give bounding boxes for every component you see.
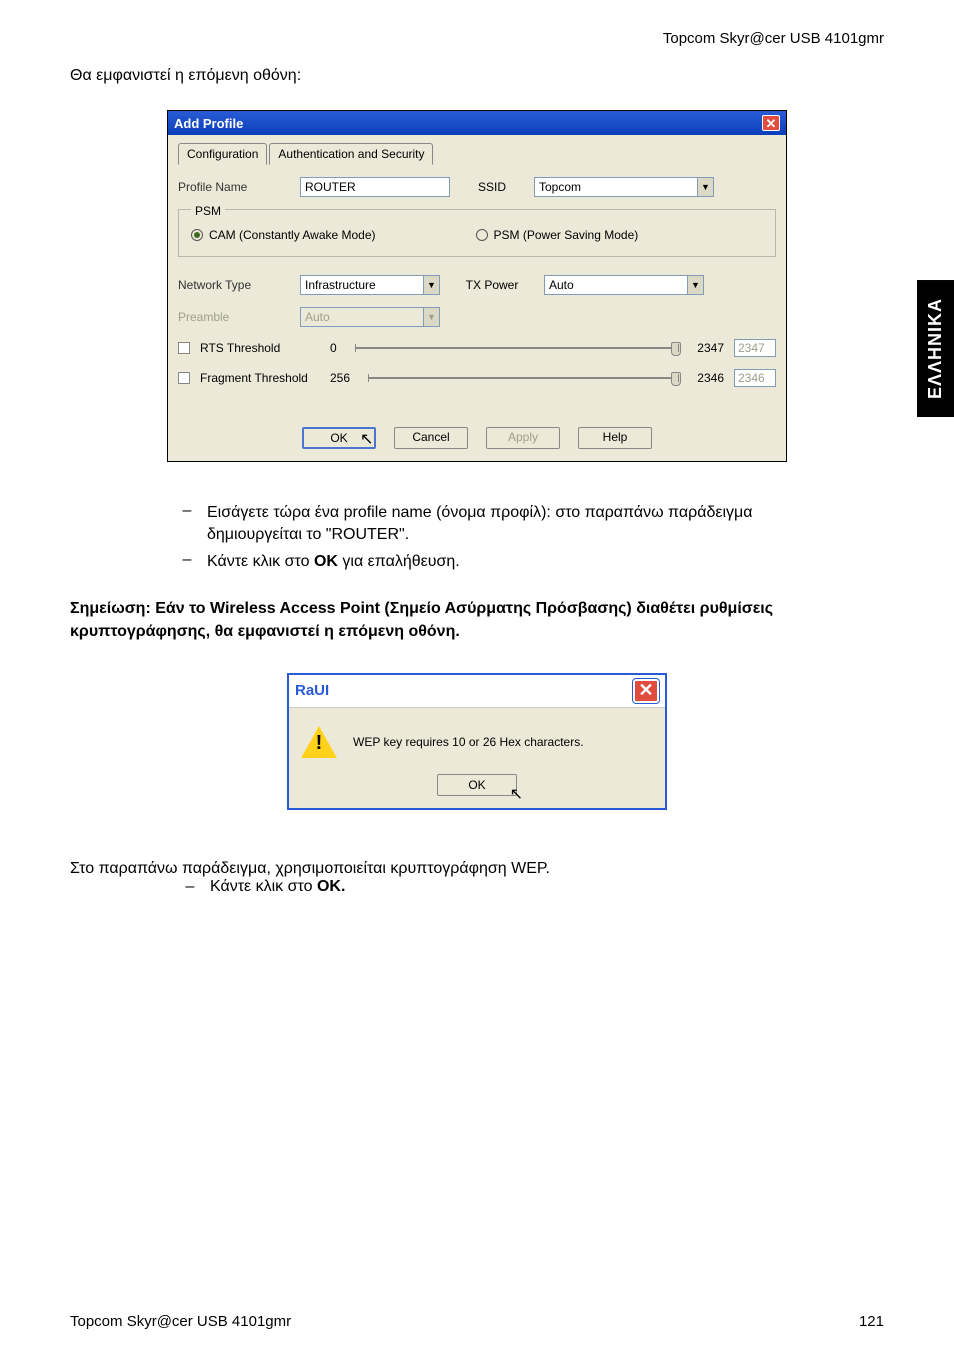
add-profile-dialog: Add Profile ✕ Configuration Authenticati… (167, 110, 787, 462)
network-type-label: Network Type (178, 278, 288, 292)
rts-label: RTS Threshold (200, 341, 320, 355)
frag-slider[interactable] (368, 377, 679, 379)
bullet-dash: – (170, 878, 210, 896)
close-icon[interactable]: ✕ (762, 115, 780, 131)
bullet-dash: – (167, 502, 207, 547)
foot-bullet-bold: OK. (317, 878, 345, 895)
footer-page-number: 121 (859, 1313, 884, 1330)
frag-checkbox[interactable] (178, 372, 190, 384)
chevron-down-icon[interactable]: ▼ (423, 276, 439, 294)
warning-icon: ! (301, 726, 337, 758)
rts-max: 2347 (697, 341, 724, 355)
tab-auth-security[interactable]: Authentication and Security (269, 143, 433, 165)
bullet-2-post: για επαλήθευση. (338, 553, 460, 570)
chevron-down-icon[interactable]: ▼ (697, 178, 713, 196)
preamble-label: Preamble (178, 310, 288, 324)
tab-configuration[interactable]: Configuration (178, 143, 267, 165)
network-type-dropdown[interactable]: Infrastructure ▼ (300, 275, 440, 295)
frag-value[interactable]: 2346 (734, 369, 776, 387)
chevron-down-icon[interactable]: ▼ (687, 276, 703, 294)
raui-title: RaUI (295, 682, 329, 699)
psm-legend: PSM (191, 204, 225, 218)
footer-left: Topcom Skyr@cer USB 4101gmr (70, 1313, 291, 1330)
rts-value[interactable]: 2347 (734, 339, 776, 357)
preamble-value: Auto (301, 310, 423, 324)
tx-power-dropdown[interactable]: Auto ▼ (544, 275, 704, 295)
ssid-dropdown[interactable]: Topcom ▼ (534, 177, 714, 197)
radio-psm[interactable] (476, 229, 488, 241)
close-icon[interactable]: ✕ (633, 679, 659, 703)
radio-cam[interactable] (191, 229, 203, 241)
raui-dialog: RaUI ✕ ! WEP key requires 10 or 26 Hex c… (287, 673, 667, 810)
profile-name-label: Profile Name (178, 180, 288, 194)
tx-power-label: TX Power (452, 278, 532, 292)
bullet-2: Κάντε κλικ στο OK για επαλήθευση. (207, 551, 787, 573)
psm-label: PSM (Power Saving Mode) (494, 228, 639, 242)
help-button[interactable]: Help (578, 427, 652, 449)
intro-text: Θα εμφανιστεί η επόμενη οθόνη: (70, 67, 884, 85)
cam-label: CAM (Constantly Awake Mode) (209, 228, 376, 242)
chevron-down-icon: ▼ (423, 308, 439, 326)
dialog-titlebar: Add Profile ✕ (168, 111, 786, 135)
rts-slider[interactable] (355, 347, 680, 349)
psm-fieldset: PSM CAM (Constantly Awake Mode) PSM (Pow… (178, 209, 776, 257)
bullet-2-pre: Κάντε κλικ στο (207, 553, 314, 570)
cursor-icon: ↖ (510, 784, 523, 804)
bullet-2-bold: OK (314, 553, 338, 570)
rts-checkbox[interactable] (178, 342, 190, 354)
rts-min: 0 (330, 341, 337, 355)
network-type-value: Infrastructure (301, 278, 423, 292)
bullet-dash: – (167, 551, 207, 573)
frag-max: 2346 (697, 371, 724, 385)
foot-line-1: Στο παραπάνω παράδειγμα, χρησιμοποιείται… (70, 860, 884, 878)
frag-label: Fragment Threshold (200, 371, 320, 385)
frag-min: 256 (330, 371, 350, 385)
ssid-value: Topcom (535, 180, 697, 194)
cursor-icon: ↖ (360, 429, 373, 449)
raui-ok-button[interactable]: OK (437, 774, 517, 796)
raui-message: WEP key requires 10 or 26 Hex characters… (353, 735, 653, 749)
bullet-1: Εισάγετε τώρα ένα profile name (όνομα πρ… (207, 502, 787, 547)
tx-power-value: Auto (545, 278, 687, 292)
language-tab: ΕΛΛΗΝΙΚΑ (917, 280, 954, 417)
cancel-button[interactable]: Cancel (394, 427, 468, 449)
ssid-label: SSID (462, 180, 522, 194)
foot-bullet-pre: Κάντε κλικ στο (210, 878, 317, 895)
note-text: Σημείωση: Εάν το Wireless Access Point (… (70, 598, 884, 643)
dialog-title: Add Profile (174, 116, 243, 131)
product-header: Topcom Skyr@cer USB 4101gmr (70, 30, 884, 47)
apply-button: Apply (486, 427, 560, 449)
preamble-dropdown: Auto ▼ (300, 307, 440, 327)
profile-name-input[interactable] (300, 177, 450, 197)
